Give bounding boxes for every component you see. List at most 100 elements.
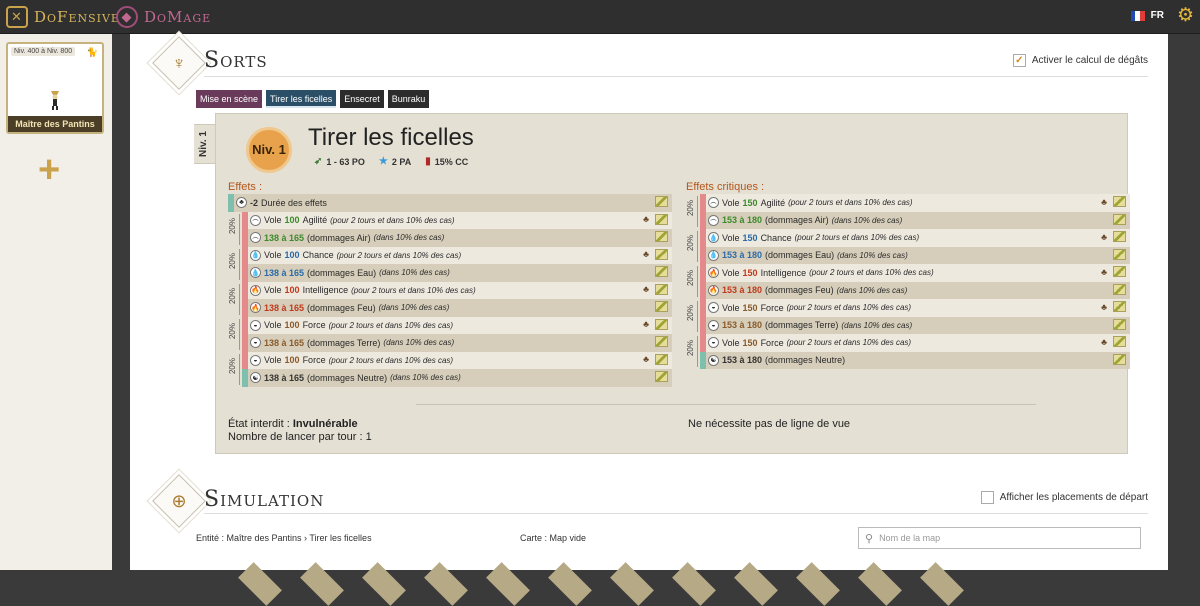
effect-note: (dans 10% des cas) (379, 268, 450, 278)
effect-row: ◒ Vole 150 Force (pour 2 tours et dans 10% d… (700, 334, 1130, 352)
group-bracket (697, 301, 698, 332)
effect-row: 🔥 153 à 180 (dommages Feu) (dans 10% des ca… (700, 281, 1130, 299)
map-cell[interactable] (734, 562, 778, 606)
water-icon: 💧 (250, 267, 261, 279)
map-label: Carte : Map vide (520, 533, 587, 543)
map-cell[interactable] (920, 562, 964, 606)
effect-text: Force (302, 320, 326, 331)
effect-value: 138 à 165 (264, 302, 305, 313)
start-placement-toggle[interactable]: Afficher les placements de départ (980, 491, 1148, 504)
map-cell[interactable] (238, 562, 282, 606)
entity-card[interactable]: Niv. 400 à Niv. 800 🐈 Maître des Pantins (6, 42, 104, 134)
steal-icon: ♣ (1101, 196, 1107, 207)
area-of-effect-icon[interactable] (655, 196, 668, 207)
area-of-effect-icon[interactable] (1113, 231, 1126, 242)
air-icon: ෴ (250, 214, 261, 226)
puppet-master-icon: ♆ (152, 36, 206, 90)
effect-prefix: Vole (264, 215, 282, 226)
damage-calc-toggle[interactable]: ✓ Activer le calcul de dégâts (1012, 54, 1148, 67)
effect-row-icons: ♣ (643, 213, 668, 225)
map-cell[interactable] (548, 562, 592, 606)
effect-value: 150 (742, 267, 758, 278)
effect-note: (dans 10% des cas) (373, 233, 445, 243)
water-icon: 💧 (708, 232, 719, 244)
area-of-effect-icon[interactable] (655, 336, 668, 347)
element-bar (242, 246, 248, 264)
effect-row-icons (1113, 318, 1126, 330)
area-of-effect-icon[interactable] (655, 283, 668, 295)
map-cell[interactable] (362, 562, 406, 606)
language-selector[interactable]: FR (1130, 10, 1164, 21)
effect-prefix: Vole (264, 285, 282, 296)
steal-icon: ♣ (643, 354, 649, 364)
casts-per-turn: Nombre de lancer par tour : 1 (228, 431, 372, 443)
effect-row-icons (1113, 248, 1126, 260)
map-cell[interactable] (796, 562, 840, 606)
effect-row: ෴ Vole 150 Agilité (pour 2 tours et dans 10%… (700, 194, 1130, 212)
earth-icon: ◒ (708, 302, 719, 314)
element-bar (700, 229, 706, 247)
map-cell[interactable] (672, 562, 716, 606)
effects-column: Effets : ♣ -2 Durée des effets ෴ Vole 100 Agil… (228, 181, 672, 387)
steal-icon: ♣ (643, 284, 649, 294)
area-of-effect-icon[interactable] (1113, 283, 1126, 295)
map-cell[interactable] (610, 562, 654, 606)
effect-row-icons: ♣ (1101, 266, 1126, 277)
area-of-effect-icon[interactable] (1113, 318, 1126, 330)
effect-row-icons (655, 196, 668, 207)
area-of-effect-icon[interactable] (655, 231, 668, 242)
air-icon: ෴ (708, 197, 719, 209)
effect-note: (pour 2 tours et dans 10% des cas) (788, 198, 913, 208)
element-bar (242, 211, 248, 229)
area-of-effect-icon[interactable] (1113, 196, 1126, 207)
area-of-effect-icon[interactable] (1113, 213, 1126, 225)
area-of-effect-icon[interactable] (655, 213, 668, 225)
area-of-effect-icon[interactable] (655, 266, 668, 277)
earth-icon: ◒ (708, 337, 719, 349)
map-cell[interactable] (424, 562, 468, 606)
area-of-effect-icon[interactable] (1113, 266, 1126, 277)
steal-icon: ♣ (643, 214, 649, 224)
effect-text: (dommages Neutre) (765, 355, 846, 366)
start-placement-checkbox[interactable] (980, 491, 994, 504)
tab-mise-en-scene[interactable]: Mise en scène (196, 90, 263, 108)
area-of-effect-icon[interactable] (655, 371, 668, 382)
element-bar (242, 316, 248, 334)
effect-value: 100 (284, 250, 300, 261)
map-search-input[interactable]: ⚲ Nom de la map (858, 527, 1141, 549)
group-bracket (239, 318, 240, 350)
dofensive-link[interactable]: ✕ DoFensive (6, 5, 120, 29)
area-of-effect-icon[interactable] (1113, 301, 1126, 312)
area-of-effect-icon[interactable] (655, 301, 668, 312)
domage-link[interactable]: ◆ DoMage (116, 5, 211, 29)
damage-calc-checkbox[interactable]: ✓ (1012, 54, 1026, 67)
area-of-effect-icon[interactable] (1113, 336, 1126, 347)
map-cell[interactable] (486, 562, 530, 606)
chance-label: 20% (686, 235, 695, 252)
element-bar (242, 351, 248, 369)
plus-icon[interactable]: + (38, 151, 60, 189)
forbidden-value: Invulnérable (292, 418, 358, 430)
element-bar (700, 194, 706, 212)
map-cell[interactable] (858, 562, 902, 606)
level-tab[interactable]: Niv. 1 (194, 124, 216, 164)
area-of-effect-icon[interactable] (655, 353, 668, 365)
area-of-effect-icon[interactable] (1113, 248, 1126, 260)
effect-text: (dommages Air) (307, 232, 371, 243)
map-cell[interactable] (300, 562, 344, 606)
area-of-effect-icon[interactable] (1113, 353, 1126, 365)
fire-icon: 🔥 (708, 284, 719, 296)
effect-note: (dans 10% des cas) (837, 250, 908, 260)
group-bracket (239, 213, 240, 245)
critical-effects-column: Effets critiques : ෴ Vole 150 Agilité (pour … (686, 181, 1130, 369)
tab-bunraku[interactable]: Bunraku (387, 90, 430, 108)
tab-ensecret[interactable]: Ensecret (340, 90, 384, 108)
effect-row-icons: ♣ (643, 248, 668, 260)
effect-row-icons: ♣ (643, 283, 668, 295)
effect-text: Force (302, 355, 326, 366)
gear-icon[interactable]: ⚙ (1177, 6, 1194, 26)
area-of-effect-icon[interactable] (655, 318, 668, 330)
area-of-effect-icon[interactable] (655, 248, 668, 260)
tab-tirer-les-ficelles[interactable]: Tirer les ficelles (266, 90, 337, 108)
element-bar (228, 194, 234, 212)
